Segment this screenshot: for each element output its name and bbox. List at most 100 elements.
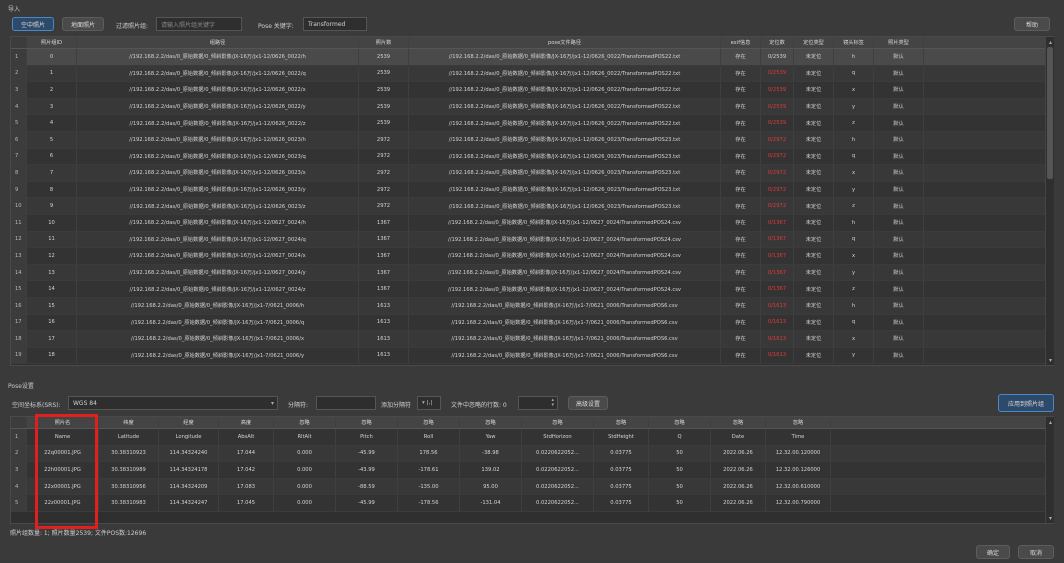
pose-cell: -45.99 bbox=[336, 445, 398, 462]
table-row[interactable]: 7 6//192.168.2.2/das/0_原始数据/0_倾斜影像/JX-16万… bbox=[11, 148, 1053, 166]
pose-cell: Date bbox=[711, 429, 766, 445]
table-row[interactable]: 11 10//192.168.2.2/das/0_原始数据/0_倾斜影像/JX-1… bbox=[11, 214, 1053, 232]
lens-tag-cell: q bbox=[834, 65, 874, 82]
pose-header: 照片名 纬度 经度 高度 忽略 忽略 忽略 忽略 忽略 忽略 忽略 忽略 忽略 bbox=[11, 417, 1053, 429]
srs-select[interactable]: WGS 84 ▾ bbox=[68, 396, 278, 410]
group-path-cell: //192.168.2.2/das/0_原始数据/0_倾斜影像/JX-16万/j… bbox=[77, 115, 359, 131]
scroll-down-arrow-icon[interactable]: ▾ bbox=[1046, 514, 1055, 522]
cancel-button[interactable]: 取消 bbox=[1018, 545, 1054, 559]
pose-cell: 12.32.00.120000 bbox=[766, 445, 831, 462]
table-row[interactable]: 9 8//192.168.2.2/das/0_原始数据/0_倾斜影像/JX-16万… bbox=[11, 181, 1053, 199]
table-row[interactable]: 10 9//192.168.2.2/das/0_原始数据/0_倾斜影像/JX-16… bbox=[11, 198, 1053, 215]
chevron-down-icon: ▾ bbox=[422, 400, 425, 406]
photo-groups-table[interactable]: 照片组ID 组路径 照片数 pose文件路径 exif信息 定位数 定位类型 镜头标签 照片类型… bbox=[10, 36, 1054, 366]
photo-type-cell: 默认 bbox=[874, 148, 924, 165]
pose-cell: 50 bbox=[649, 478, 711, 495]
location-type-cell: 未定位 bbox=[794, 181, 834, 198]
table-row[interactable]: 4 3//192.168.2.2/das/0_原始数据/0_倾斜影像/JX-16万… bbox=[11, 98, 1053, 116]
table-row[interactable]: 12 11//192.168.2.2/das/0_原始数据/0_倾斜影像/JX-1… bbox=[11, 231, 1053, 249]
photo-type-cell: 默认 bbox=[874, 82, 924, 98]
table-row[interactable]: 5 4//192.168.2.2/das/0_原始数据/0_倾斜影像/JX-16万… bbox=[11, 115, 1053, 132]
table-row[interactable]: 15 14//192.168.2.2/das/0_原始数据/0_倾斜影像/JX-1… bbox=[11, 281, 1053, 298]
photo-count-cell: 1613 bbox=[359, 314, 409, 331]
scroll-up-arrow-icon[interactable]: ▴ bbox=[1046, 38, 1055, 46]
location-count-cell: 0/2539 bbox=[761, 49, 794, 65]
pose-cell: 0.0220622052... bbox=[522, 445, 594, 462]
table-row[interactable]: 1 Name Latitude Longitude AbsAlt RltAlt Pitch R… bbox=[11, 429, 1053, 446]
ignore-rows-spinbox[interactable]: ▴ ▾ bbox=[518, 396, 558, 410]
advanced-settings-button[interactable]: 高级设置 bbox=[568, 396, 608, 410]
aerial-photo-button[interactable]: 空中照片 bbox=[12, 17, 54, 31]
table-row[interactable]: 2 22q00001.JPG 30.38310923 114.34324240 17.0… bbox=[11, 445, 1053, 463]
lens-tag-cell: z bbox=[834, 198, 874, 214]
photo-type-cell: 默认 bbox=[874, 281, 924, 297]
row-number: 18 bbox=[11, 331, 27, 347]
pose-cell: -38.98 bbox=[460, 445, 522, 462]
group-id-cell: 10 bbox=[27, 214, 77, 231]
table-row[interactable]: 18 17//192.168.2.2/das/0_原始数据/0_倾斜影像/JX-1… bbox=[11, 331, 1053, 348]
table-row[interactable]: 1 0//192.168.2.2/das/0_原始数据/0_倾斜影像/JX-16万… bbox=[11, 49, 1053, 66]
exif-cell: 存在 bbox=[721, 198, 761, 214]
delimiter-dropdown[interactable]: ▾ |,| bbox=[417, 396, 441, 410]
scroll-down-arrow-icon[interactable]: ▾ bbox=[1046, 356, 1055, 364]
pose-cell: 12.32.00.610000 bbox=[766, 478, 831, 495]
table-row[interactable]: 8 7//192.168.2.2/das/0_原始数据/0_倾斜影像/JX-16万… bbox=[11, 165, 1053, 182]
lens-tag-cell: y bbox=[834, 347, 874, 364]
location-type-cell: 未定位 bbox=[794, 98, 834, 115]
apply-to-group-button[interactable]: 应用到照片组 bbox=[998, 394, 1054, 412]
pose-cell: Yaw bbox=[460, 429, 522, 445]
group-id-cell: 2 bbox=[27, 82, 77, 98]
location-count-cell: 0/1613 bbox=[761, 331, 794, 347]
group-path-cell: //192.168.2.2/das/0_原始数据/0_倾斜影像/JX-16万/j… bbox=[77, 65, 359, 82]
table-row[interactable]: 4 22x00001.JPG 30.38310956 114.34324209 17.0… bbox=[11, 478, 1053, 496]
pose-table[interactable]: 照片名 纬度 经度 高度 忽略 忽略 忽略 忽略 忽略 忽略 忽略 忽略 忽略 1 Name Latitud… bbox=[10, 416, 1054, 524]
pose-cell: 17.083 bbox=[219, 478, 274, 495]
group-id-cell: 5 bbox=[27, 131, 77, 148]
pose-keyword-input[interactable]: Transformed bbox=[303, 17, 367, 31]
photo-groups-body: 1 0 //192.168.2.2/das/0_原始数据/0_倾斜影像/JX-16万… bbox=[11, 49, 1053, 365]
group-path-cell: //192.168.2.2/das/0_原始数据/0_倾斜影像/JX-16万/j… bbox=[77, 165, 359, 181]
pose-cell: Q bbox=[649, 429, 711, 445]
column-header: exif信息 bbox=[721, 37, 761, 48]
table-row[interactable]: 6 5//192.168.2.2/das/0_原始数据/0_倾斜影像/JX-16万… bbox=[11, 131, 1053, 149]
column-header: 照片类型 bbox=[874, 37, 924, 48]
group-path-cell: //192.168.2.2/das/0_原始数据/0_倾斜影像/JX-16万/j… bbox=[77, 264, 359, 281]
group-id-cell: 12 bbox=[27, 248, 77, 264]
filter-input[interactable]: 请输入照片组关键字 bbox=[156, 17, 242, 31]
pose-cell: 114.34324240 bbox=[159, 445, 219, 462]
exif-cell: 存在 bbox=[721, 181, 761, 198]
location-type-cell: 未定位 bbox=[794, 198, 834, 214]
scrollbar-thumb[interactable] bbox=[1047, 47, 1053, 179]
table-row[interactable]: 19 18//192.168.2.2/das/0_原始数据/0_倾斜影像/JX-1… bbox=[11, 347, 1053, 365]
column-header: 组路径 bbox=[77, 37, 359, 48]
add-delimiter-label[interactable]: 添加分隔符 bbox=[381, 400, 411, 409]
spin-arrows-icon[interactable]: ▴ ▾ bbox=[551, 398, 554, 408]
exif-cell: 存在 bbox=[721, 347, 761, 364]
location-type-cell: 未定位 bbox=[794, 297, 834, 314]
pose-cell: 0.0220622052... bbox=[522, 495, 594, 511]
location-type-cell: 未定位 bbox=[794, 65, 834, 82]
photo-groups-scrollbar[interactable]: ▴ ▾ bbox=[1045, 37, 1054, 365]
row-number: 7 bbox=[11, 148, 27, 165]
table-row[interactable]: 3 2//192.168.2.2/das/0_原始数据/0_倾斜影像/JX-16万… bbox=[11, 82, 1053, 99]
table-row[interactable]: 2 1//192.168.2.2/das/0_原始数据/0_倾斜影像/JX-16万… bbox=[11, 65, 1053, 83]
table-row[interactable]: 14 13//192.168.2.2/das/0_原始数据/0_倾斜影像/JX-1… bbox=[11, 264, 1053, 282]
table-row[interactable]: 16 15//192.168.2.2/das/0_原始数据/0_倾斜影像/JX-1… bbox=[11, 297, 1053, 315]
table-row[interactable]: 17 16//192.168.2.2/das/0_原始数据/0_倾斜影像/JX-1… bbox=[11, 314, 1053, 332]
table-row[interactable]: 5 22z00001.JPG 30.38310983 114.34324247 17.0… bbox=[11, 495, 1053, 512]
pose-scrollbar[interactable]: ▴ ▾ bbox=[1045, 417, 1054, 523]
location-type-cell: 未定位 bbox=[794, 314, 834, 331]
location-type-cell: 未定位 bbox=[794, 49, 834, 65]
scroll-up-arrow-icon[interactable]: ▴ bbox=[1046, 418, 1055, 426]
pose-path-cell: //192.168.2.2/das/0_原始数据/0_倾斜影像/JX-16万/j… bbox=[409, 181, 721, 198]
delimiter-input[interactable] bbox=[316, 396, 376, 410]
pose-cell: 50 bbox=[649, 462, 711, 478]
location-count-cell: 0/1367 bbox=[761, 248, 794, 264]
help-button[interactable]: 帮助 bbox=[1014, 17, 1050, 31]
ok-button[interactable]: 确定 bbox=[976, 545, 1010, 559]
table-row[interactable]: 13 12//192.168.2.2/das/0_原始数据/0_倾斜影像/JX-1… bbox=[11, 248, 1053, 265]
lens-tag-cell: h bbox=[834, 49, 874, 65]
table-row[interactable]: 3 22h00001.JPG 30.38310989 114.34324178 17.0… bbox=[11, 462, 1053, 479]
pose-path-cell: //192.168.2.2/das/0_原始数据/0_倾斜影像/JX-16万/j… bbox=[409, 165, 721, 181]
ground-photo-button[interactable]: 地面照片 bbox=[62, 17, 104, 31]
